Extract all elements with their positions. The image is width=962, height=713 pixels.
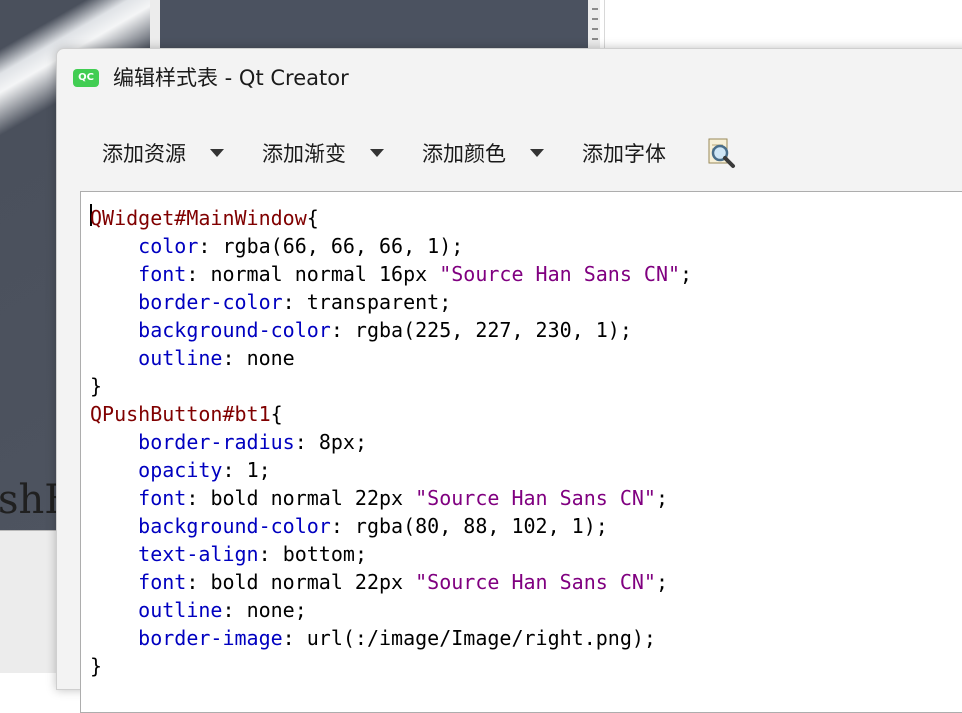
code-line: border-image: url(:/image/Image/right.pn… <box>138 626 656 650</box>
semicolon: ; <box>680 262 693 286</box>
css-value: rgba(225, 227, 230, 1) <box>354 318 620 342</box>
add-gradient-button[interactable]: 添加渐变 <box>262 135 384 171</box>
toolbar: 添加资源 添加渐变 添加颜色 添加字体 <box>57 125 962 185</box>
code-line: text-align: bottom; <box>138 542 367 566</box>
add-color-label: 添加颜色 <box>422 142 506 166</box>
splitter-handle <box>592 8 598 52</box>
css-value: 1 <box>246 458 259 482</box>
semicolon: ; <box>354 430 367 454</box>
semicolon: ; <box>655 486 669 510</box>
semicolon: ; <box>354 542 367 566</box>
add-resource-button[interactable]: 添加资源 <box>102 135 224 171</box>
css-selector: QWidget#MainWindow <box>90 206 307 230</box>
brace: { <box>270 402 283 426</box>
semicolon: ; <box>655 570 669 594</box>
css-string: "Source Han Sans CN" <box>415 486 656 510</box>
code-line: outline: none <box>138 346 295 370</box>
add-gradient-label: 添加渐变 <box>262 142 346 166</box>
semicolon: ; <box>619 318 632 342</box>
css-property: color <box>138 234 199 258</box>
css-selector: QPushButton#bt1 <box>90 402 271 426</box>
css-value: bold normal 22px <box>210 486 416 510</box>
add-color-button[interactable]: 添加颜色 <box>422 135 544 171</box>
css-value: url(:/image/Image/right.png) <box>306 626 644 650</box>
semicolon: ; <box>439 290 452 314</box>
edit-stylesheet-dialog: QC 编辑样式表 - Qt Creator 添加资源 添加渐变 添加颜色 添加字… <box>56 48 962 713</box>
css-property: font <box>138 262 187 286</box>
semicolon: ; <box>451 234 464 258</box>
title-bar[interactable]: QC 编辑样式表 - Qt Creator <box>57 49 962 107</box>
css-property: border-radius <box>138 430 295 454</box>
brace: } <box>90 654 103 678</box>
css-property: outline <box>138 346 223 370</box>
background-panel <box>0 530 60 673</box>
css-property: border-image <box>138 626 283 650</box>
code-line: } <box>90 372 102 400</box>
add-font-button[interactable]: 添加字体 <box>582 135 666 171</box>
brace: { <box>306 206 319 230</box>
css-property: text-align <box>138 542 259 566</box>
css-value: 8px <box>318 430 355 454</box>
code-line: background-color: rgba(225, 227, 230, 1)… <box>138 318 632 342</box>
chevron-down-icon[interactable] <box>530 149 544 157</box>
brace: } <box>90 374 103 398</box>
semicolon: ; <box>643 626 656 650</box>
add-font-label: 添加字体 <box>582 142 666 166</box>
stylesheet-editor[interactable]: QWidget#MainWindow{ color: rgba(66, 66, … <box>80 191 962 713</box>
code-line: QPushButton#bt1{ <box>90 400 283 428</box>
css-value: bottom <box>282 542 355 566</box>
css-value: none <box>246 346 295 370</box>
code-line: border-color: transparent; <box>138 290 452 314</box>
code-line: font: bold normal 22px "Source Han Sans … <box>138 486 669 510</box>
add-resource-label: 添加资源 <box>102 142 186 166</box>
css-property: border-color <box>138 290 283 314</box>
window-title: 编辑样式表 - Qt Creator <box>113 66 349 90</box>
code-line: border-radius: 8px; <box>138 430 367 454</box>
css-property: outline <box>138 598 223 622</box>
css-property: background-color <box>138 514 331 538</box>
document-magnifier-icon[interactable] <box>705 137 737 169</box>
css-value: rgba(66, 66, 66, 1) <box>222 234 452 258</box>
semicolon: ; <box>294 598 307 622</box>
css-string: "Source Han Sans CN" <box>415 570 656 594</box>
code-line: outline: none; <box>138 598 307 622</box>
background-dark-panel <box>160 0 588 52</box>
css-property: font <box>138 570 187 594</box>
code-line: } <box>90 652 102 680</box>
code-line: opacity: 1; <box>138 458 271 482</box>
chevron-down-icon[interactable] <box>210 149 224 157</box>
chevron-down-icon[interactable] <box>370 149 384 157</box>
css-property: font <box>138 486 187 510</box>
code-line: color: rgba(66, 66, 66, 1); <box>138 234 464 258</box>
css-value: none <box>246 598 295 622</box>
semicolon: ; <box>258 458 271 482</box>
css-value: normal normal 16px <box>210 262 440 286</box>
code-line: QWidget#MainWindow{ <box>90 204 319 232</box>
background-white-panel <box>604 0 962 52</box>
code-line: font: bold normal 22px "Source Han Sans … <box>138 570 669 594</box>
qt-creator-icon: QC <box>73 69 99 87</box>
code-line: background-color: rgba(80, 88, 102, 1); <box>138 514 608 538</box>
css-value: rgba(80, 88, 102, 1) <box>354 514 596 538</box>
css-string: "Source Han Sans CN" <box>439 262 681 286</box>
css-property: background-color <box>138 318 331 342</box>
css-value: bold normal 22px <box>210 570 416 594</box>
css-value: transparent <box>306 290 440 314</box>
code-line: font: normal normal 16px "Source Han San… <box>138 262 693 286</box>
css-property: opacity <box>138 458 223 482</box>
semicolon: ; <box>595 514 608 538</box>
